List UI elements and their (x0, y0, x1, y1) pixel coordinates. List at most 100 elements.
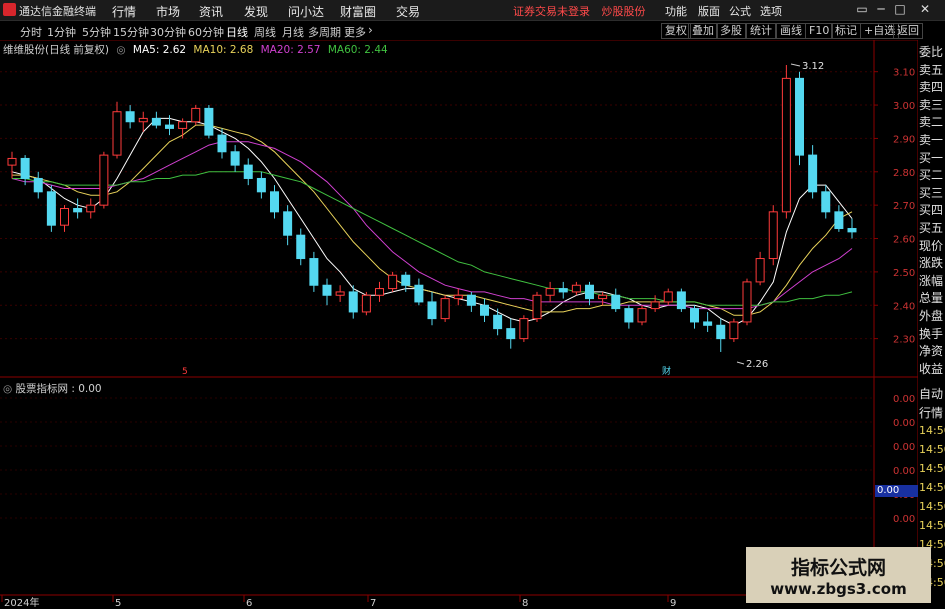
menu-trade[interactable]: 交易 (396, 3, 420, 20)
period-15min[interactable]: 15分钟 (113, 24, 149, 40)
candle[interactable] (388, 271, 398, 292)
menu-discover[interactable]: 发现 (244, 3, 268, 20)
candle[interactable] (663, 288, 673, 306)
period-monthly[interactable]: 月线 (282, 24, 304, 40)
candle[interactable] (493, 308, 503, 336)
minimize-icon[interactable]: ─ (873, 2, 889, 17)
multi-stock-button[interactable]: 多股 (716, 23, 746, 39)
period-multi[interactable]: 多周期 (308, 24, 341, 40)
candle[interactable] (808, 145, 818, 199)
candle[interactable] (414, 278, 424, 306)
candle[interactable] (112, 101, 122, 159)
candle[interactable] (243, 158, 253, 186)
candle[interactable] (676, 288, 686, 312)
candle[interactable] (466, 291, 476, 312)
candle[interactable] (270, 185, 279, 219)
candle[interactable] (151, 111, 161, 129)
draw-line-button[interactable]: 画线 (776, 23, 806, 39)
candle[interactable] (204, 105, 214, 139)
candle[interactable] (33, 171, 43, 199)
candle[interactable] (453, 288, 463, 306)
candle[interactable] (545, 281, 555, 302)
period-5min[interactable]: 5分钟 (82, 24, 111, 40)
auto-quote-toggle[interactable]: 自动 (919, 386, 945, 403)
period-1min[interactable]: 1分钟 (47, 24, 76, 40)
candle[interactable] (283, 205, 293, 246)
restore-layout-icon[interactable]: ▭ (854, 2, 870, 17)
back-button[interactable]: 返回 (893, 23, 923, 39)
candle[interactable] (519, 315, 529, 342)
candle[interactable] (230, 145, 240, 172)
kline-chart[interactable]: 3.10 3.00 2.90 2.80 2.70 2.60 2.50 2.40 2.30 0.0… (0, 40, 945, 609)
period-intraday[interactable]: 分时 (20, 24, 42, 40)
candle[interactable] (795, 71, 804, 166)
candle[interactable] (703, 311, 713, 332)
candle[interactable] (322, 278, 332, 306)
candle[interactable] (309, 251, 319, 292)
auto-quote-toggle[interactable]: 行情 (919, 405, 945, 422)
candle[interactable] (690, 305, 699, 329)
candle[interactable] (598, 291, 608, 306)
chevron-right-icon[interactable]: › (368, 23, 373, 37)
candle[interactable] (335, 285, 345, 302)
candle[interactable] (506, 318, 516, 349)
candle[interactable] (821, 185, 831, 219)
candle[interactable] (178, 118, 188, 139)
candle[interactable] (256, 171, 266, 199)
menu-ask[interactable]: 问小达 (288, 3, 324, 20)
candle[interactable] (46, 185, 56, 232)
candle[interactable] (60, 205, 69, 232)
candle[interactable] (624, 305, 634, 329)
period-daily[interactable]: 日线 (226, 24, 248, 40)
candle[interactable] (86, 198, 96, 219)
menu-market[interactable]: 市场 (156, 3, 180, 20)
candle[interactable] (191, 105, 201, 126)
trade-login-notice[interactable]: 证券交易未登录 炒股股份 (513, 3, 646, 19)
menu-wealth-circle[interactable]: 财富圈 (340, 3, 376, 20)
candle[interactable] (7, 151, 17, 179)
candle[interactable] (558, 281, 568, 299)
candle[interactable] (768, 205, 778, 266)
candle[interactable] (716, 318, 726, 352)
candle[interactable] (611, 288, 621, 312)
candle[interactable] (834, 205, 844, 232)
period-more[interactable]: 更多 (344, 24, 366, 40)
menu-options[interactable]: 选项 (760, 3, 782, 19)
menu-formula[interactable]: 公式 (729, 3, 751, 19)
adjust-button[interactable]: 复权 (661, 23, 691, 39)
candle[interactable] (781, 65, 791, 219)
indicator-settings-icon[interactable]: ◎ (3, 383, 12, 395)
menu-quotes[interactable]: 行情 (112, 3, 136, 20)
candle[interactable] (125, 105, 135, 129)
candle[interactable] (427, 291, 437, 326)
candle[interactable] (532, 291, 542, 322)
menu-function[interactable]: 功能 (665, 3, 687, 19)
event-marker[interactable]: 5 (182, 367, 188, 377)
candle[interactable] (847, 218, 857, 239)
candle[interactable] (99, 151, 109, 209)
finance-event-marker[interactable]: 财 (662, 365, 671, 377)
candle[interactable] (742, 278, 752, 326)
candle[interactable] (296, 228, 306, 266)
candle[interactable] (375, 281, 384, 302)
candle[interactable] (440, 295, 450, 322)
overlay-button[interactable]: 叠加 (688, 23, 718, 39)
menu-layout[interactable]: 版面 (698, 3, 720, 19)
f10-button[interactable]: F10 (805, 23, 834, 39)
menu-news[interactable]: 资讯 (199, 3, 223, 20)
candle[interactable] (637, 305, 647, 326)
candle[interactable] (480, 298, 489, 322)
period-60min[interactable]: 60分钟 (188, 24, 224, 40)
candle[interactable] (361, 291, 371, 316)
stats-button[interactable]: 统计 (746, 23, 776, 39)
candle[interactable] (571, 281, 581, 296)
maximize-icon[interactable]: □ (892, 2, 908, 17)
close-icon[interactable]: ✕ (917, 2, 933, 17)
period-weekly[interactable]: 周线 (254, 24, 276, 40)
candle[interactable] (729, 318, 739, 342)
period-30min[interactable]: 30分钟 (150, 24, 186, 40)
settings-dot-icon[interactable]: ◎ (116, 44, 125, 56)
candle[interactable] (755, 251, 765, 286)
candle[interactable] (650, 295, 660, 312)
mark-button[interactable]: 标记 (831, 23, 861, 39)
